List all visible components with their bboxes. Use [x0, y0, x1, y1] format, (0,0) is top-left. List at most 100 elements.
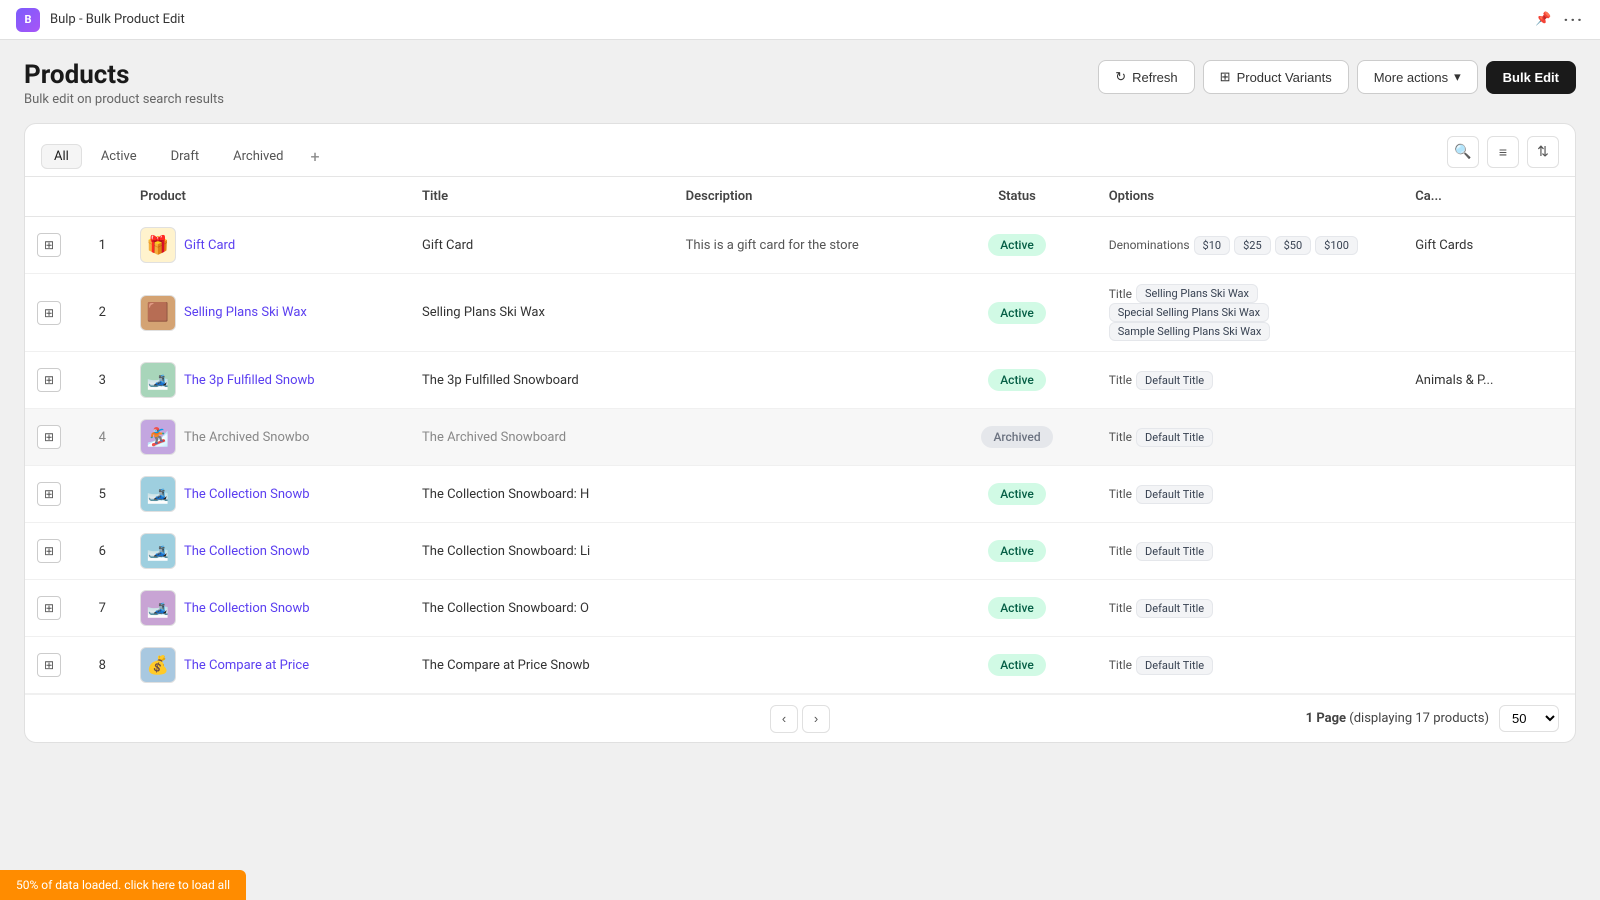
table-row: ⊞ 1 🎁 Gift Card Gift Card This is a gift… — [25, 217, 1575, 274]
table-row: ⊞ 7 🎿 The Collection Snowb The Collectio… — [25, 580, 1575, 637]
options-cell: Title Default Title — [1097, 580, 1404, 637]
options-cell: Denominations$10$25$50$100 — [1097, 217, 1404, 274]
tab-archived[interactable]: Archived — [218, 140, 298, 172]
product-link[interactable]: Gift Card — [184, 238, 235, 253]
page-title-section: Products Bulk edit on product search res… — [24, 60, 224, 107]
product-thumbnail: 🎿 — [140, 533, 176, 569]
option-tag: Default Title — [1136, 599, 1213, 618]
expand-cell: ⊞ — [25, 466, 77, 523]
tabs-right: 🔍 ≡ ⇅ — [1447, 136, 1559, 176]
options-cell: TitleDefault Title — [1097, 637, 1404, 694]
description-cell — [674, 580, 938, 637]
tab-active[interactable]: Active — [86, 140, 152, 172]
filter-button[interactable]: ≡ — [1487, 136, 1519, 168]
status-badge: Archived — [981, 426, 1052, 448]
add-tab-button[interactable]: + — [303, 143, 328, 170]
table-row: ⊞ 3 🎿 The 3p Fulfilled Snowb The 3p Fulf… — [25, 352, 1575, 409]
status-badge: Active — [988, 597, 1046, 619]
product-link[interactable]: The Collection Snowb — [184, 487, 310, 502]
product-link[interactable]: The Collection Snowb — [184, 544, 310, 559]
sort-button[interactable]: ⇅ — [1527, 136, 1559, 168]
category-cell: Animals & P... — [1403, 352, 1575, 409]
option-tag: Default Title — [1136, 542, 1213, 561]
table-row: ⊞ 8 💰 The Compare at Price The Compare a… — [25, 637, 1575, 694]
per-page-select[interactable]: 50 100 — [1499, 705, 1559, 732]
status-cell: Active — [937, 637, 1096, 694]
prev-page-button[interactable]: ‹ — [770, 705, 798, 733]
logo-text: B — [24, 13, 31, 26]
expand-button[interactable]: ⊞ — [37, 233, 61, 257]
main-content: All Active Draft Archived + 🔍 ≡ ⇅ — [0, 123, 1600, 759]
product-thumbnail: 🎁 — [140, 227, 176, 263]
description-cell — [674, 352, 938, 409]
expand-cell: ⊞ — [25, 217, 77, 274]
table-row: ⊞ 2 🟫 Selling Plans Ski Wax Selling Plan… — [25, 274, 1575, 352]
table-row: ⊞ 4 🏂 The Archived Snowbo The Archived S… — [25, 409, 1575, 466]
product-cell: 🎿 The Collection Snowb — [128, 580, 410, 637]
product-link[interactable]: The Collection Snowb — [184, 601, 310, 616]
tab-all[interactable]: All — [41, 144, 82, 169]
expand-button[interactable]: ⊞ — [37, 482, 61, 506]
product-link[interactable]: The Archived Snowbo — [184, 430, 309, 445]
status-badge: Active — [988, 234, 1046, 256]
row-num-cell: 7 — [77, 580, 129, 637]
products-table-wrap: Product Title Description Status Options… — [25, 177, 1575, 694]
refresh-button[interactable]: ↻ Refresh — [1098, 60, 1194, 94]
product-variants-button[interactable]: ⊞ Product Variants — [1203, 60, 1349, 94]
option-label: Title — [1109, 601, 1132, 615]
table-header-row: Product Title Description Status Options… — [25, 177, 1575, 217]
product-thumbnail: 💰 — [140, 647, 176, 683]
bulk-edit-label: Bulk Edit — [1503, 70, 1559, 85]
row-num-cell: 1 — [77, 217, 129, 274]
status-cell: Active — [937, 580, 1096, 637]
expand-button[interactable]: ⊞ — [37, 425, 61, 449]
page-title: Products — [24, 60, 224, 90]
expand-button[interactable]: ⊞ — [37, 596, 61, 620]
expand-cell: ⊞ — [25, 409, 77, 466]
col-cat-header: Ca... — [1403, 177, 1575, 217]
bulk-edit-button[interactable]: Bulk Edit — [1486, 61, 1576, 94]
option-tag: Default Title — [1136, 428, 1213, 447]
product-thumbnail: 🎿 — [140, 476, 176, 512]
expand-button[interactable]: ⊞ — [37, 653, 61, 677]
row-num-cell: 2 — [77, 274, 129, 352]
option-label: Title — [1109, 487, 1132, 501]
product-variants-label: Product Variants — [1237, 70, 1332, 85]
tab-draft[interactable]: Draft — [156, 140, 215, 172]
description-cell — [674, 523, 938, 580]
title-cell: The Collection Snowboard: H — [410, 466, 674, 523]
pin-icon[interactable]: 📌 — [1535, 12, 1551, 27]
row-num-cell: 6 — [77, 523, 129, 580]
option-label: Title — [1109, 287, 1132, 301]
expand-button[interactable]: ⊞ — [37, 539, 61, 563]
product-cell: 🎿 The 3p Fulfilled Snowb — [128, 352, 410, 409]
description-cell — [674, 637, 938, 694]
products-card: All Active Draft Archived + 🔍 ≡ ⇅ — [24, 123, 1576, 743]
product-link[interactable]: The Compare at Price — [184, 658, 309, 673]
options-cell: TitleDefault Title — [1097, 352, 1404, 409]
expand-button[interactable]: ⊞ — [37, 368, 61, 392]
status-cell: Archived — [937, 409, 1096, 466]
product-link[interactable]: Selling Plans Ski Wax — [184, 305, 307, 320]
col-desc-header: Description — [674, 177, 938, 217]
more-actions-button[interactable]: More actions ▾ — [1357, 60, 1478, 94]
option-tag: Special Selling Plans Ski Wax — [1109, 303, 1269, 322]
expand-button[interactable]: ⊞ — [37, 301, 61, 325]
description-cell: This is a gift card for the store — [674, 217, 938, 274]
category-cell — [1403, 580, 1575, 637]
bottom-toast[interactable]: 50% of data loaded. click here to load a… — [0, 870, 246, 900]
status-cell: Active — [937, 466, 1096, 523]
top-bar-icons: 📌 ··· — [1535, 10, 1584, 29]
table-row: ⊞ 6 🎿 The Collection Snowb The Collectio… — [25, 523, 1575, 580]
more-options-icon[interactable]: ··· — [1564, 10, 1584, 29]
option-tag: $100 — [1315, 236, 1358, 255]
product-thumbnail: 🏂 — [140, 419, 176, 455]
option-label: Denominations — [1109, 238, 1190, 252]
page-subtitle: Bulk edit on product search results — [24, 92, 224, 107]
option-label: Title — [1109, 373, 1132, 387]
product-link[interactable]: The 3p Fulfilled Snowb — [184, 373, 315, 388]
next-page-button[interactable]: › — [802, 705, 830, 733]
row-num-cell: 5 — [77, 466, 129, 523]
search-button[interactable]: 🔍 — [1447, 136, 1479, 168]
col-expand-header — [25, 177, 77, 217]
